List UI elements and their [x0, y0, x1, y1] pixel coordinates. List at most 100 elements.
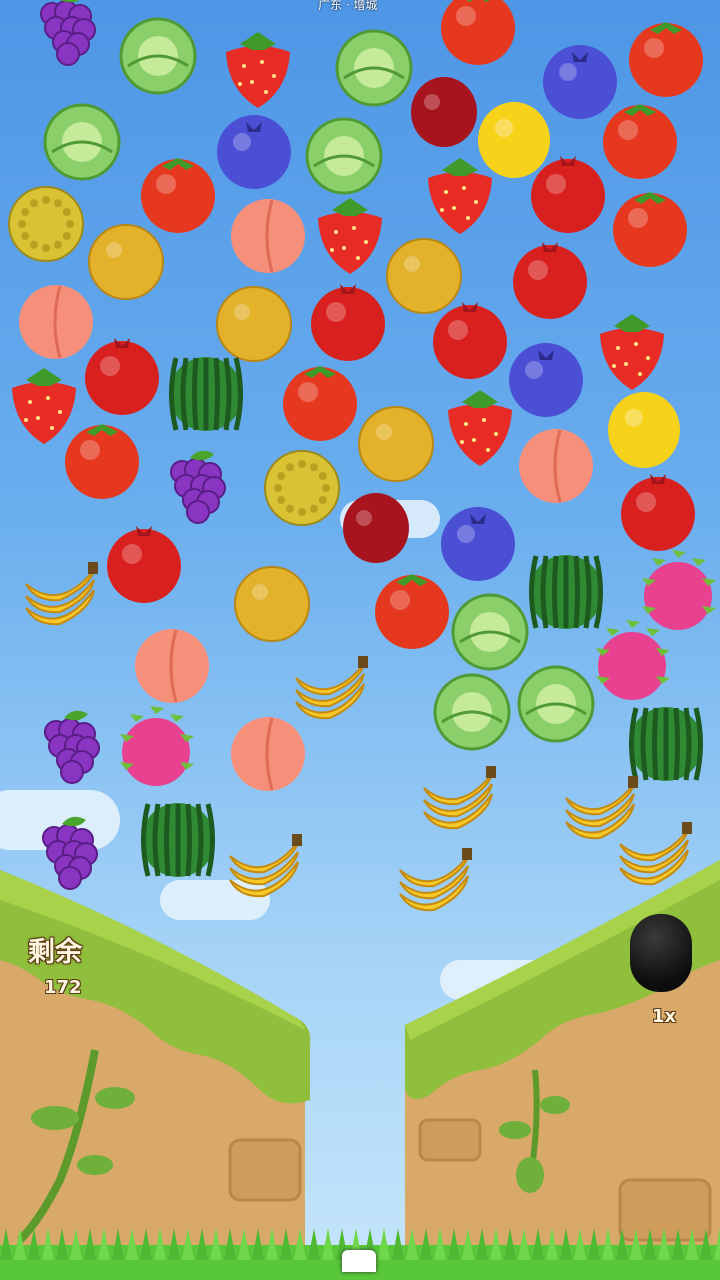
grass-blade: [98, 1228, 110, 1260]
blueberry-icon[interactable]: [509, 343, 583, 417]
grass-blade: [238, 1228, 250, 1260]
grass-blade: [686, 1228, 698, 1260]
cabbage-icon[interactable]: [305, 117, 383, 195]
grass-blade: [700, 1228, 712, 1260]
grass-blade: [294, 1228, 306, 1260]
grass-blade: [462, 1228, 474, 1260]
lemon-icon[interactable]: [608, 392, 680, 468]
dragonfruit-icon[interactable]: [642, 550, 716, 630]
dragonfruit-icon[interactable]: [120, 706, 194, 786]
tomato-icon[interactable]: [441, 0, 515, 65]
banana-icon[interactable]: [295, 656, 368, 720]
grass-blade: [448, 1228, 460, 1260]
banana-icon[interactable]: [25, 562, 98, 626]
grass-blade: [560, 1228, 572, 1260]
banana-icon[interactable]: [565, 776, 638, 840]
grass-blade: [518, 1228, 530, 1260]
tomato-icon[interactable]: [603, 104, 677, 179]
grass-blade: [210, 1228, 222, 1260]
strawberry-icon[interactable]: [318, 198, 382, 274]
strawberry-icon[interactable]: [448, 390, 512, 466]
pomegranate-icon[interactable]: [311, 284, 385, 361]
pomegranate-icon[interactable]: [107, 526, 181, 603]
blueberry-icon[interactable]: [543, 45, 617, 119]
grass-blade: [266, 1228, 278, 1260]
grape-icon[interactable]: [40, 0, 96, 66]
grass-blade: [490, 1228, 502, 1260]
strawberry-icon[interactable]: [226, 32, 290, 108]
grape-icon[interactable]: [170, 450, 226, 524]
cabbage-icon[interactable]: [517, 665, 595, 743]
launcher-icon[interactable]: [342, 1250, 376, 1272]
durian-icon[interactable]: [264, 450, 340, 526]
fruit-field: [8, 0, 716, 912]
grass-blade: [154, 1228, 166, 1260]
grass-blade: [378, 1228, 390, 1260]
grass-blade: [182, 1228, 194, 1260]
lemon-icon[interactable]: [478, 102, 550, 178]
cabbage-icon[interactable]: [335, 29, 413, 107]
cabbage-icon[interactable]: [43, 103, 121, 181]
pomegranate-icon[interactable]: [433, 302, 507, 379]
blueberry-icon[interactable]: [217, 115, 291, 189]
durian-icon[interactable]: [8, 186, 84, 262]
pomegranate-icon[interactable]: [531, 156, 605, 233]
grass-blade: [672, 1228, 684, 1260]
pear-icon[interactable]: [234, 566, 310, 642]
tomato-icon[interactable]: [141, 158, 215, 233]
banana-icon[interactable]: [423, 766, 496, 830]
remaining-count: 172: [44, 977, 82, 998]
banana-icon[interactable]: [619, 822, 692, 886]
strawberry-icon[interactable]: [428, 158, 492, 234]
cabbage-icon[interactable]: [433, 673, 511, 751]
peach-icon[interactable]: [231, 199, 305, 273]
peach-icon[interactable]: [519, 429, 593, 503]
grass-blade: [434, 1228, 446, 1260]
grass-blade: [714, 1228, 720, 1260]
watermelon-icon[interactable]: [529, 555, 603, 629]
tomato-icon[interactable]: [283, 366, 357, 441]
pear-icon[interactable]: [216, 286, 292, 362]
pomegranate-icon[interactable]: [513, 242, 587, 319]
cherry-icon[interactable]: [343, 493, 409, 563]
grass-blade: [574, 1228, 586, 1260]
blueberry-icon[interactable]: [441, 507, 515, 581]
cabbage-icon[interactable]: [451, 593, 529, 671]
location-text: 广东 · 增城: [318, 0, 378, 12]
grape-icon[interactable]: [42, 816, 98, 890]
banana-icon[interactable]: [399, 848, 472, 912]
grass-blade: [308, 1228, 320, 1260]
cabbage-icon[interactable]: [119, 17, 197, 95]
dragonfruit-icon[interactable]: [596, 620, 670, 700]
grass-blade: [630, 1228, 642, 1260]
tomato-icon[interactable]: [613, 192, 687, 267]
strawberry-icon[interactable]: [12, 368, 76, 444]
grass-blade: [546, 1228, 558, 1260]
peach-icon[interactable]: [135, 629, 209, 703]
multiplier-text: 1x: [652, 1006, 677, 1027]
cherry-icon[interactable]: [411, 77, 477, 147]
pomegranate-icon[interactable]: [85, 338, 159, 415]
grass-blade: [616, 1228, 628, 1260]
grape-icon[interactable]: [44, 710, 100, 784]
grass-blade: [28, 1228, 40, 1260]
watermelon-icon[interactable]: [141, 803, 215, 877]
banana-icon[interactable]: [229, 834, 302, 898]
tomato-icon[interactable]: [629, 22, 703, 97]
grass-blade: [406, 1228, 418, 1260]
pear-icon[interactable]: [358, 406, 434, 482]
strawberry-icon[interactable]: [600, 314, 664, 390]
watermelon-icon[interactable]: [169, 357, 243, 431]
pear-icon[interactable]: [386, 238, 462, 314]
grass-blade: [224, 1228, 236, 1260]
next-item-slot[interactable]: [630, 914, 692, 992]
pomegranate-icon[interactable]: [621, 474, 695, 551]
grass-blade: [196, 1228, 208, 1260]
peach-icon[interactable]: [19, 285, 93, 359]
grass-blade: [504, 1228, 516, 1260]
tomato-icon[interactable]: [375, 574, 449, 649]
watermelon-icon[interactable]: [629, 707, 703, 781]
tomato-icon[interactable]: [65, 424, 139, 499]
peach-icon[interactable]: [231, 717, 305, 791]
pear-icon[interactable]: [88, 224, 164, 300]
